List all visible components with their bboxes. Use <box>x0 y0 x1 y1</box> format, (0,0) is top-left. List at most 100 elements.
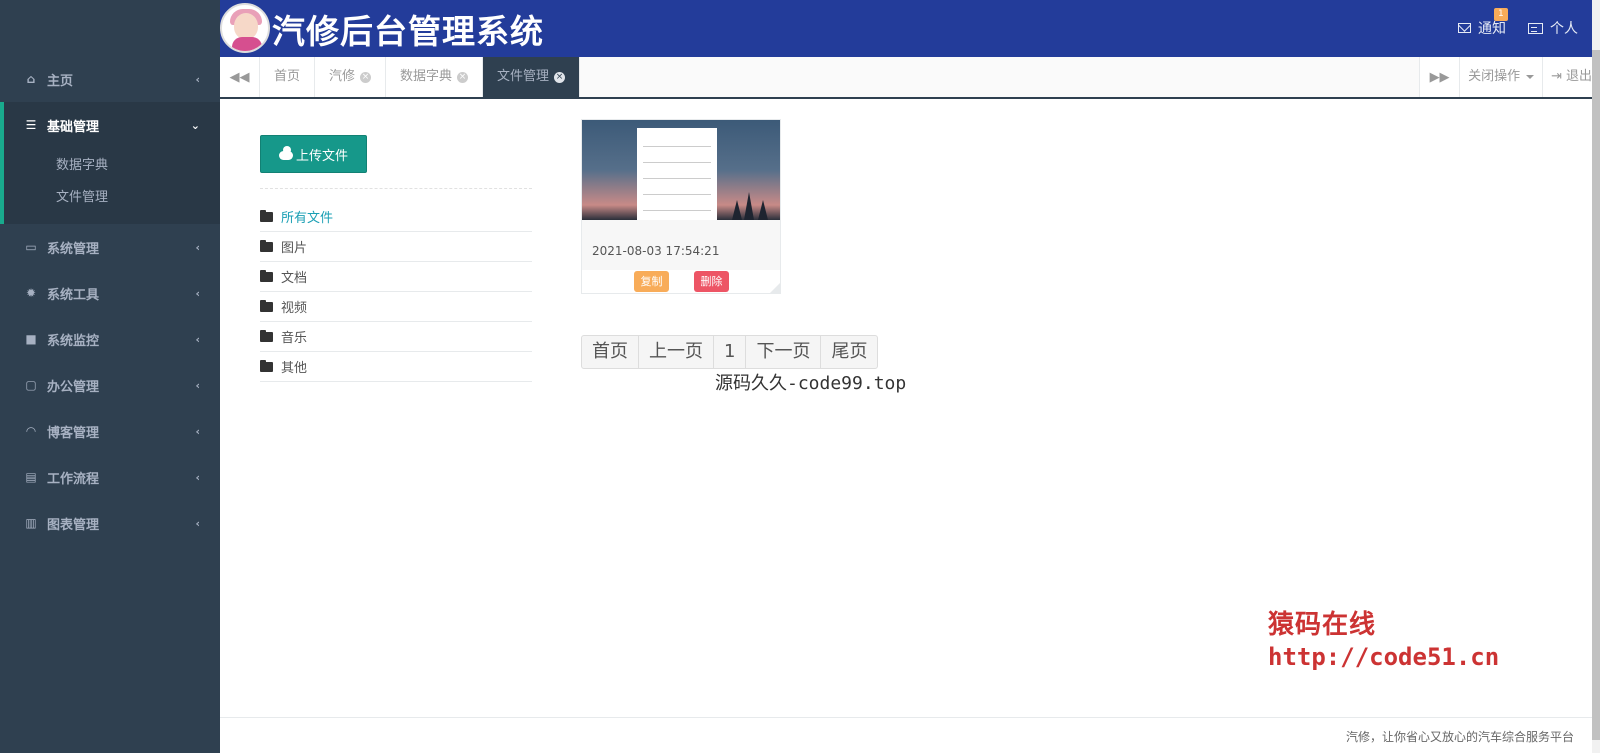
chevron-left-icon: ‹ <box>195 286 200 300</box>
close-icon[interactable]: × <box>360 71 372 83</box>
copy-button[interactable]: 复制 <box>634 271 669 292</box>
folder-item-images[interactable]: 图片 <box>260 232 532 262</box>
folder-item-other[interactable]: 其他 <box>260 352 532 382</box>
delete-button[interactable]: 删除 <box>694 271 729 292</box>
tab-label: 数据字典 <box>400 69 453 84</box>
notify-label: 通知 <box>1478 21 1506 37</box>
page-scrollbar[interactable] <box>1592 0 1600 753</box>
sidebar-item-system-management[interactable]: ▭ 系统管理 ‹ <box>0 224 220 270</box>
file-thumbnail[interactable] <box>582 120 780 220</box>
folder-icon <box>260 330 273 342</box>
tab-data-dictionary[interactable]: 数据字典 × <box>386 57 484 97</box>
sidebar-item-basic-management[interactable]: ☰ 基础管理 ⌄ <box>0 102 220 148</box>
list-icon: ☰ <box>25 118 37 132</box>
pager-prev[interactable]: 上一页 <box>639 336 714 368</box>
close-operations-label: 关闭操作 <box>1468 69 1521 84</box>
sidebar-item-label: 工作流程 <box>47 471 100 487</box>
close-operations-dropdown[interactable]: 关闭操作 <box>1459 57 1543 97</box>
sidebar-menu: ⌂ 主页 ‹ ☰ 基础管理 ⌄ 数据字典 文件管理 ▭ 系统管理 ‹ ✹ 系统工… <box>0 56 220 546</box>
double-chevron-left-icon: ◀◀ <box>229 69 250 85</box>
sidebar-item-label: 主页 <box>47 73 74 89</box>
close-icon[interactable]: × <box>554 71 566 83</box>
sidebar-item-system-monitor[interactable]: ■ 系统监控 ‹ <box>0 316 220 362</box>
tab-scroll-left-button[interactable]: ◀◀ <box>220 57 260 97</box>
logout-label: 退出 <box>1565 69 1592 84</box>
folder-label: 图片 <box>281 241 308 256</box>
double-chevron-right-icon: ▶▶ <box>1429 69 1450 85</box>
pager-last[interactable]: 尾页 <box>821 336 877 368</box>
sidebar-item-system-tools[interactable]: ✹ 系统工具 ‹ <box>0 270 220 316</box>
sidebar-subitem-data-dictionary[interactable]: 数据字典 <box>4 150 220 182</box>
notify-badge: 1 <box>1494 8 1508 21</box>
sidebar-item-label: 系统工具 <box>47 287 100 303</box>
notify-link[interactable]: 通知 1 <box>1458 8 1508 38</box>
sidebar-subitem-file-management[interactable]: 文件管理 <box>4 182 220 214</box>
tab-home[interactable]: 首页 <box>260 57 316 97</box>
folder-item-music[interactable]: 音乐 <box>260 322 532 352</box>
tab-bar: ◀◀ 首页 汽修 × 数据字典 × 文件管理 × ▶▶ 关闭操作 ⇥ 退出 <box>220 57 1600 99</box>
pager-next[interactable]: 下一页 <box>746 336 822 368</box>
card-resize-corner <box>770 283 780 293</box>
desktop-icon: ▭ <box>25 240 37 254</box>
folder-icon <box>260 210 273 222</box>
sidebar-item-blog[interactable]: ◠ 博客管理 ‹ <box>0 408 220 454</box>
scrollbar-thumb[interactable] <box>1592 50 1600 740</box>
caret-down-icon <box>1526 75 1535 79</box>
source-note: 源码久久-code99.top <box>715 373 907 394</box>
folder-item-videos[interactable]: 视频 <box>260 292 532 322</box>
sidebar-item-label: 图表管理 <box>47 517 100 533</box>
top-header: 汽修后台管理系统 通知 1 个人 <box>220 0 1600 57</box>
upload-file-button[interactable]: 上传文件 <box>260 135 367 173</box>
sidebar-item-office[interactable]: ▢ 办公管理 ‹ <box>0 362 220 408</box>
sidebar-item-label: 博客管理 <box>47 425 100 441</box>
file-card: 2021-08-03 17:54:21 复制 删除 <box>581 119 781 294</box>
chevron-left-icon: ‹ <box>195 470 200 484</box>
sidebar-group-basic: ☰ 基础管理 ⌄ 数据字典 文件管理 <box>0 102 220 224</box>
sidebar-item-workflow[interactable]: ▤ 工作流程 ‹ <box>0 454 220 500</box>
tab-label: 文件管理 <box>497 69 550 84</box>
folder-list: 所有文件 图片 文档 视频 音乐 其他 <box>260 202 532 382</box>
tabs: 首页 汽修 × 数据字典 × 文件管理 × <box>260 57 581 97</box>
sidebar-item-home[interactable]: ⌂ 主页 ‹ <box>0 56 220 102</box>
id-card-icon <box>1528 22 1543 34</box>
app-title: 汽修后台管理系统 <box>272 12 544 51</box>
file-info: 2021-08-03 17:54:21 <box>582 220 780 270</box>
tab-label: 汽修 <box>329 69 356 84</box>
watermark-line1: 猿码在线 <box>1268 610 1377 640</box>
divider <box>260 188 532 189</box>
profile-link[interactable]: 个人 <box>1528 18 1578 38</box>
folder-label: 音乐 <box>281 331 308 346</box>
tab-scroll-right-button[interactable]: ▶▶ <box>1419 57 1460 97</box>
video-camera-icon: ■ <box>25 332 37 346</box>
pager-first[interactable]: 首页 <box>582 336 639 368</box>
sidebar: ⌂ 主页 ‹ ☰ 基础管理 ⌄ 数据字典 文件管理 ▭ 系统管理 ‹ ✹ 系统工… <box>0 0 220 753</box>
sidebar-item-charts[interactable]: ▥ 图表管理 ‹ <box>0 500 220 546</box>
folder-label: 文档 <box>281 271 308 286</box>
rss-icon: ◠ <box>26 424 36 438</box>
thumbnail-form-preview <box>637 128 717 220</box>
home-icon: ⌂ <box>26 72 36 86</box>
tab-file-management[interactable]: 文件管理 × <box>483 57 581 97</box>
header-actions: 通知 1 个人 <box>1458 0 1578 56</box>
file-date: 2021-08-03 17:54:21 <box>592 244 720 258</box>
chevron-left-icon: ‹ <box>195 332 200 346</box>
sidebar-submenu: 数据字典 文件管理 <box>4 148 220 224</box>
folder-label: 其他 <box>281 361 308 376</box>
footer: 汽修，让你省心又放心的汽车综合服务平台 <box>220 717 1600 753</box>
sidebar-item-label: 系统监控 <box>47 333 100 349</box>
tab-bar-right: ▶▶ 关闭操作 ⇥ 退出 <box>1419 57 1600 97</box>
cloud-upload-icon <box>278 145 293 160</box>
chevron-left-icon: ‹ <box>195 516 200 530</box>
chevron-left-icon: ‹ <box>195 378 200 392</box>
main-content: 上传文件 所有文件 图片 文档 视频 音乐 其他 2021-08-03 17:5… <box>220 99 1600 717</box>
folder-icon <box>260 270 273 282</box>
tab-auto-repair[interactable]: 汽修 × <box>315 57 387 97</box>
upload-label: 上传文件 <box>295 148 348 164</box>
folder-item-all[interactable]: 所有文件 <box>260 202 532 232</box>
print-icon: ▤ <box>25 470 37 484</box>
tab-label: 首页 <box>274 69 301 84</box>
close-icon[interactable]: × <box>457 71 469 83</box>
pager-current[interactable]: 1 <box>714 336 747 368</box>
folder-item-documents[interactable]: 文档 <box>260 262 532 292</box>
laptop-icon: ▢ <box>25 378 37 392</box>
